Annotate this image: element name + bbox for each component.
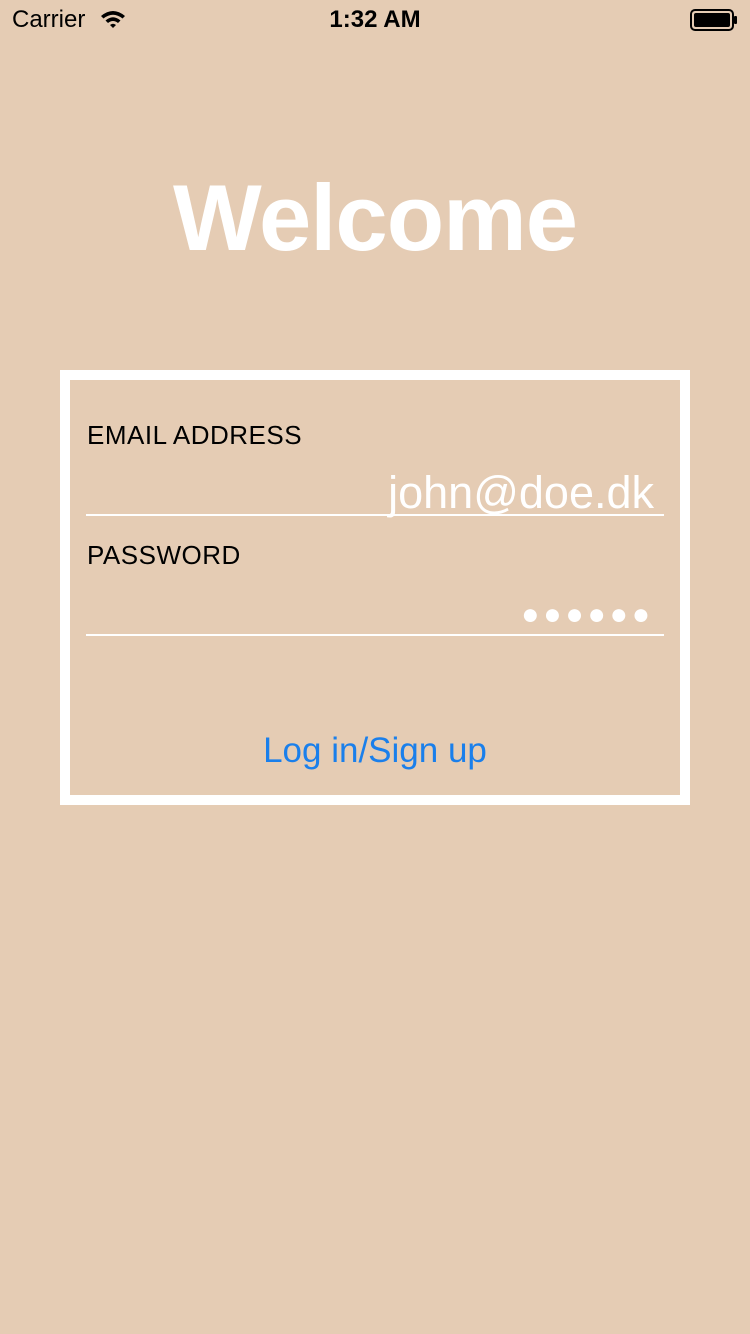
page-title: Welcome (173, 165, 578, 270)
email-label: EMAIL ADDRESS (87, 420, 303, 450)
password-field[interactable]: ●●●●●● (521, 595, 654, 635)
battery-full-icon (690, 9, 738, 31)
email-underline (86, 514, 664, 516)
clock: 1:32 AM (329, 6, 421, 33)
password-underline (86, 634, 664, 636)
status-bar: Carrier 1:32 AM (0, 0, 750, 40)
password-label: PASSWORD (87, 540, 241, 570)
login-form: EMAIL ADDRESS john@doe.dk PASSWORD ●●●●●… (60, 370, 690, 805)
login-signup-button[interactable]: Log in/Sign up (70, 730, 680, 772)
email-field[interactable]: john@doe.dk (388, 467, 654, 519)
